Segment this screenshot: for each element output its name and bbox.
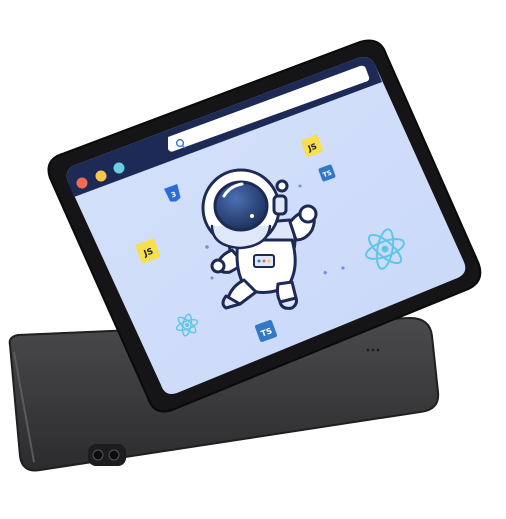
stage: JS TS 3 JS TS — [0, 0, 506, 519]
maximize-dot[interactable] — [113, 162, 125, 174]
tablet-scene: JS TS 3 JS TS — [8, 39, 482, 472]
minimize-dot[interactable] — [95, 170, 107, 182]
close-dot[interactable] — [76, 177, 88, 189]
camera-module — [88, 444, 126, 466]
side-dots — [366, 348, 380, 352]
